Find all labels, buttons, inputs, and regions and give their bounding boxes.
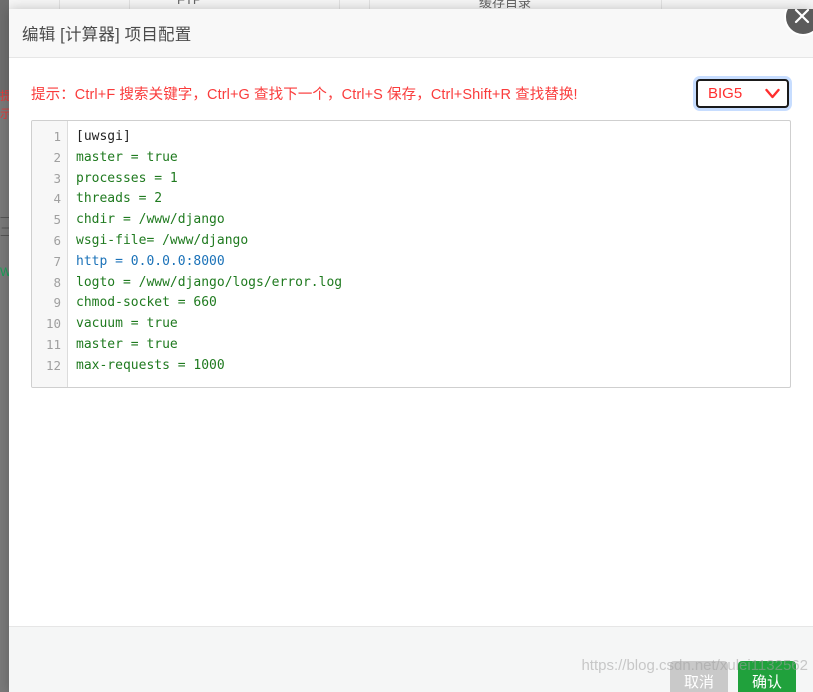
background-column-divider [59, 0, 60, 9]
edit-project-config-dialog: 编辑 [计算器] 项目配置 提示：Ctrl+F 搜索关键字，Ctrl+G 查找下… [9, 9, 813, 692]
editor-code-line: master = true [76, 336, 178, 352]
background-column-divider [129, 0, 130, 9]
cancel-button[interactable]: 取消 [669, 660, 728, 692]
editor-line-number-gutter: 1 2 3 4 5 6 7 8 9 10 11 12 [32, 121, 68, 387]
close-icon-glyph [794, 9, 810, 24]
dialog-body: 提示：Ctrl+F 搜索关键字，Ctrl+G 查找下一个，Ctrl+S 保存，C… [9, 58, 813, 626]
editor-code-line: processes = 1 [76, 170, 178, 186]
editor-line-number: 2 [53, 149, 61, 165]
editor-code-line: http = 0.0.0.0:8000 [76, 253, 225, 269]
editor-line-number: 4 [53, 191, 61, 207]
editor-line-number: 9 [53, 295, 61, 311]
dialog-footer: 取消 确认 [9, 626, 813, 692]
hint-row: 提示：Ctrl+F 搜索关键字，Ctrl+G 查找下一个，Ctrl+S 保存，C… [31, 58, 791, 120]
editor-line-number: 7 [53, 253, 61, 269]
editor-line-number: 3 [53, 170, 61, 186]
background-column-divider [369, 0, 370, 9]
background-column-divider [661, 0, 662, 9]
background-table-header-cell-ftp: FTP [177, 0, 202, 7]
keyboard-shortcuts-hint: 提示：Ctrl+F 搜索关键字，Ctrl+G 查找下一个，Ctrl+S 保存，C… [31, 86, 578, 103]
dialog-title: 编辑 [计算器] 项目配置 [22, 26, 192, 44]
editor-code-line: threads = 2 [76, 191, 163, 207]
editor-line-number: 10 [45, 316, 61, 332]
editor-code-line: wsgi-file= /www/django [76, 232, 249, 248]
config-code-editor[interactable]: 1 2 3 4 5 6 7 8 9 10 11 12 [uwsgi] master = true proc… [31, 120, 791, 388]
dialog-header: 编辑 [计算器] 项目配置 [9, 9, 813, 58]
editor-line-number: 1 [53, 129, 61, 144]
editor-code-line: max-requests = 1000 [76, 357, 225, 373]
background-column-divider [339, 0, 340, 9]
editor-line-number: 5 [53, 212, 61, 228]
editor-code-line: chdir = /www/django [76, 212, 225, 228]
editor-line-number: 11 [45, 336, 61, 352]
editor-code-line: [uwsgi] [76, 129, 131, 144]
editor-line-number: 12 [45, 357, 61, 373]
editor-code-line: chmod-socket = 660 [76, 295, 217, 311]
editor-code-line: vacuum = true [76, 316, 178, 332]
editor-code-area[interactable]: [uwsgi] master = true processes = 1 threads… [68, 121, 790, 387]
encoding-select[interactable]: BIG5UTF-8GBKGB2312ASCII [696, 78, 789, 108]
editor-code-line: logto = /www/django/logs/error.log [76, 274, 343, 290]
editor-line-number: 6 [53, 232, 61, 248]
confirm-button[interactable]: 确认 [737, 660, 796, 692]
editor-code-line: master = true [76, 149, 178, 165]
encoding-select-wrapper: BIG5UTF-8GBKGB2312ASCII [696, 78, 789, 108]
editor-line-number: 8 [53, 274, 61, 290]
